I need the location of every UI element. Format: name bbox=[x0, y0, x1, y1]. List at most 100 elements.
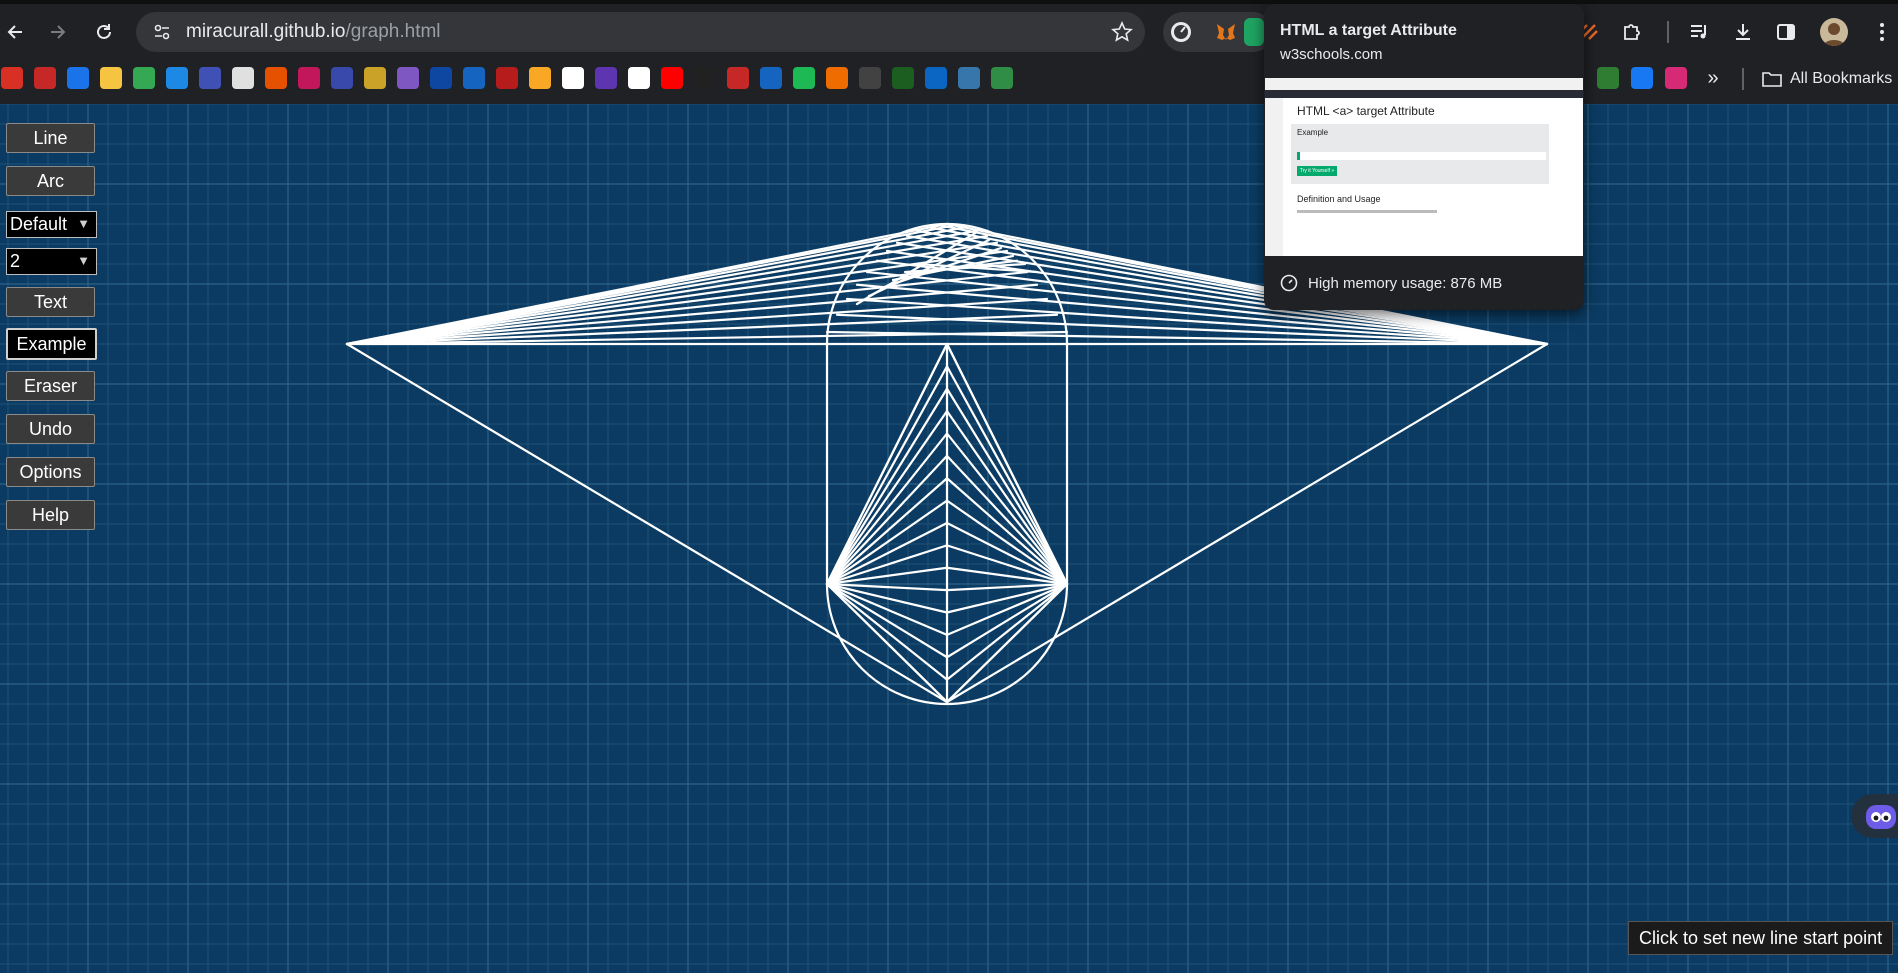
all-bookmarks-label: All Bookmarks bbox=[1790, 70, 1893, 87]
thumb-code-line bbox=[1297, 152, 1546, 160]
memory-usage-text: High memory usage: 876 MB bbox=[1308, 274, 1503, 292]
cube-icon[interactable] bbox=[595, 67, 617, 89]
status-message: Click to set new line start point bbox=[1628, 921, 1894, 955]
feather-icon[interactable] bbox=[463, 67, 485, 89]
flipkart-icon[interactable] bbox=[529, 67, 551, 89]
infinity-icon[interactable] bbox=[826, 67, 848, 89]
memory-usage-row: High memory usage: 876 MB bbox=[1280, 274, 1502, 292]
bookmarks-divider bbox=[1742, 68, 1744, 90]
extensions-puzzle-icon[interactable] bbox=[1618, 18, 1646, 46]
airtel-icon[interactable] bbox=[298, 67, 320, 89]
arc-tool-button[interactable]: Arc bbox=[6, 166, 95, 196]
options-button[interactable]: Options bbox=[6, 457, 95, 487]
google-icon[interactable] bbox=[628, 67, 650, 89]
youtube-icon[interactable] bbox=[661, 67, 683, 89]
link-icon[interactable] bbox=[265, 67, 287, 89]
forward-button[interactable] bbox=[43, 17, 73, 47]
hover-card-title: HTML a target Attribute bbox=[1280, 22, 1457, 39]
width-select[interactable]: 2 ▼ bbox=[6, 248, 97, 275]
back-arrow-icon bbox=[7, 25, 22, 39]
spotify-icon[interactable] bbox=[793, 67, 815, 89]
bh-icon[interactable] bbox=[694, 67, 716, 89]
thumb-example-box: Example Try it Yourself » bbox=[1291, 124, 1549, 184]
dropdown-arrow-icon: ▼ bbox=[77, 216, 90, 231]
amazon-a-icon[interactable] bbox=[562, 67, 584, 89]
media-control-icon[interactable] bbox=[1685, 18, 1713, 46]
undo-button[interactable]: Undo bbox=[6, 414, 95, 444]
style-select[interactable]: Default ▼ bbox=[6, 211, 97, 238]
play-icon[interactable] bbox=[760, 67, 782, 89]
thumb-example-label: Example bbox=[1297, 128, 1329, 137]
drive-icon[interactable] bbox=[133, 67, 155, 89]
paypal-icon[interactable] bbox=[430, 67, 452, 89]
line-art-drawing bbox=[345, 222, 1549, 706]
address-bar[interactable]: miracurall.github.io/graph.html bbox=[136, 12, 1145, 52]
book-icon[interactable] bbox=[496, 67, 518, 89]
more-bookmarks-icon[interactable]: » bbox=[1701, 66, 1725, 90]
downloads-icon[interactable] bbox=[1729, 18, 1757, 46]
url-path: /graph.html bbox=[345, 21, 441, 42]
left-fan-line bbox=[345, 241, 999, 346]
assistant-bubble[interactable] bbox=[1851, 794, 1898, 838]
url-text: miracurall.github.io/graph.html bbox=[186, 21, 441, 43]
example-button[interactable]: Example bbox=[6, 328, 97, 360]
shield-icon[interactable] bbox=[34, 67, 56, 89]
instagram-icon[interactable] bbox=[1665, 67, 1687, 89]
crown-icon[interactable] bbox=[331, 67, 353, 89]
gfg-icon[interactable] bbox=[991, 67, 1013, 89]
bank-icon[interactable] bbox=[199, 67, 221, 89]
thumb-menubar bbox=[1265, 90, 1583, 98]
github-icon[interactable] bbox=[859, 67, 881, 89]
site-info-icon[interactable] bbox=[150, 20, 174, 44]
thumb-try-button: Try it Yourself » bbox=[1297, 166, 1337, 176]
diamond-right-line bbox=[945, 499, 1069, 586]
bookmark-star-icon[interactable] bbox=[1109, 19, 1135, 45]
gmail-icon[interactable] bbox=[1, 67, 23, 89]
help-button[interactable]: Help bbox=[6, 500, 95, 530]
eraser-button[interactable]: Eraser bbox=[6, 371, 95, 401]
facebook-icon[interactable] bbox=[1631, 67, 1653, 89]
reload-button[interactable] bbox=[89, 17, 119, 47]
linkedin-icon[interactable] bbox=[925, 67, 947, 89]
green-extension-icon[interactable] bbox=[1244, 18, 1264, 46]
profile-avatar[interactable] bbox=[1820, 18, 1848, 46]
swirl-icon[interactable] bbox=[397, 67, 419, 89]
text-tool-button[interactable]: Text bbox=[6, 287, 95, 317]
all-bookmarks-button[interactable]: All Bookmarks bbox=[1762, 66, 1892, 92]
gauge-icon bbox=[1280, 274, 1298, 292]
folder-icon bbox=[1762, 72, 1782, 87]
tab-strip bbox=[0, 0, 1898, 4]
hover-card-thumbnail: HTML <a> target Attribute Example Try it… bbox=[1265, 78, 1583, 256]
style-select-value: Default bbox=[10, 214, 68, 234]
thumb-sidebar bbox=[1265, 98, 1283, 256]
diamond-right-line bbox=[945, 582, 1069, 636]
python-icon[interactable] bbox=[958, 67, 980, 89]
toolbar-divider bbox=[1667, 21, 1669, 43]
reload-icon bbox=[97, 24, 111, 39]
dollar-icon[interactable] bbox=[364, 67, 386, 89]
diamond-upper-left bbox=[825, 342, 949, 586]
thumb-heading: HTML <a> target Attribute bbox=[1297, 104, 1435, 118]
diamond-left-line bbox=[825, 410, 949, 586]
w-icon[interactable] bbox=[1597, 67, 1619, 89]
globe-icon[interactable] bbox=[232, 67, 254, 89]
speed-extension-icon[interactable] bbox=[1167, 18, 1195, 46]
metamask-icon[interactable] bbox=[1212, 18, 1240, 46]
forward-arrow-icon bbox=[51, 25, 66, 39]
amazon-icon[interactable] bbox=[67, 67, 89, 89]
diamond-left-line bbox=[825, 499, 949, 586]
circle-icon[interactable] bbox=[166, 67, 188, 89]
mail-icon[interactable] bbox=[100, 67, 122, 89]
back-button[interactable] bbox=[0, 17, 30, 47]
tab-hover-card: HTML a target Attribute w3schools.com HT… bbox=[1264, 4, 1584, 310]
diamond-lower-left bbox=[825, 582, 949, 704]
side-panel-icon[interactable] bbox=[1772, 18, 1800, 46]
diamond-lower-right bbox=[945, 582, 1069, 704]
thumb-definition: Definition and Usage bbox=[1297, 194, 1381, 204]
h-icon[interactable] bbox=[727, 67, 749, 89]
browser-menu-icon[interactable] bbox=[1872, 18, 1892, 46]
url-host: miracurall.github.io bbox=[186, 21, 346, 42]
hackerrank-icon[interactable] bbox=[892, 67, 914, 89]
line-tool-button[interactable]: Line bbox=[6, 123, 95, 153]
drawing-canvas[interactable]: Line Arc Default ▼ 2 ▼ Text Example Eras… bbox=[0, 104, 1898, 973]
